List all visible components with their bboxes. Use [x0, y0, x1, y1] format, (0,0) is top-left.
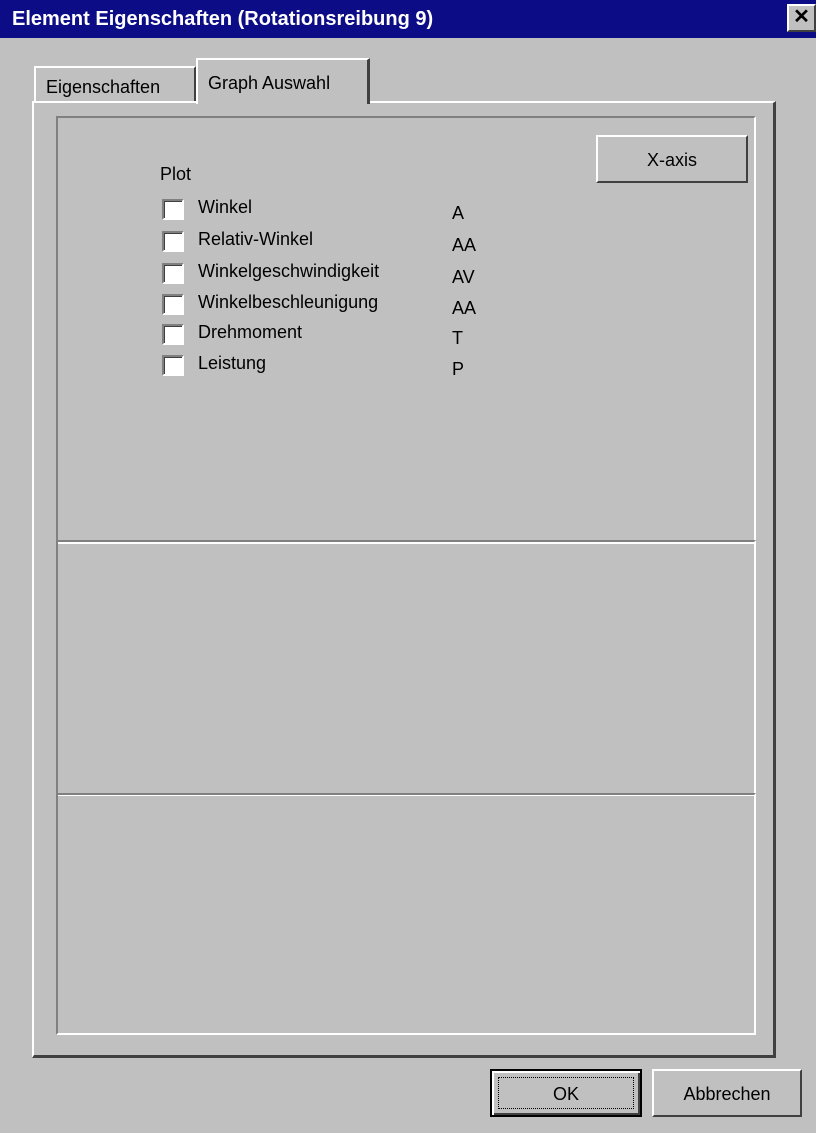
bottom-pane	[56, 793, 756, 1035]
ok-button[interactable]: OK	[490, 1069, 642, 1117]
title-bar[interactable]: Element Eigenschaften (Rotationsreibung …	[0, 0, 816, 38]
plot-option-winkel[interactable]: Winkel A	[0, 196, 816, 226]
close-icon: ✕	[793, 6, 810, 28]
plot-option-abbr: A	[452, 203, 465, 223]
plot-option-abbr: AV	[452, 267, 475, 287]
plot-option-abbr: P	[452, 359, 465, 379]
plot-option-winkelbeschleunigung[interactable]: Winkelbeschleunigung AA	[0, 291, 816, 321]
x-axis-button[interactable]: X-axis	[596, 135, 748, 183]
plot-option-relativ-winkel[interactable]: Relativ-Winkel AA	[0, 228, 816, 258]
checkbox[interactable]	[162, 294, 184, 315]
middle-pane	[56, 540, 756, 796]
plot-option-abbr: AA	[452, 298, 477, 318]
plot-option-winkelgeschwindigkeit[interactable]: Winkelgeschwindigkeit AV	[0, 260, 816, 290]
close-button[interactable]: ✕	[787, 4, 816, 32]
plot-option-label: Winkelgeschwindigkeit	[198, 261, 380, 281]
checkbox[interactable]	[162, 355, 184, 376]
window-title: Element Eigenschaften (Rotationsreibung …	[12, 8, 434, 30]
tab-eigenschaften-label: Eigenschaften	[46, 77, 161, 97]
checkbox[interactable]	[162, 324, 184, 345]
tab-graph-auswahl-label: Graph Auswahl	[208, 73, 331, 93]
cancel-button[interactable]: Abbrechen	[652, 1069, 802, 1117]
dialog-window: Element Eigenschaften (Rotationsreibung …	[0, 0, 816, 1133]
plot-option-drehmoment[interactable]: Drehmoment T	[0, 321, 816, 351]
focus-rectangle	[498, 1077, 634, 1109]
plot-option-abbr: AA	[452, 235, 477, 255]
tab-graph-auswahl[interactable]: Graph Auswahl	[196, 58, 370, 104]
plot-option-leistung[interactable]: Leistung P	[0, 352, 816, 382]
plot-option-abbr: T	[452, 328, 463, 348]
tab-eigenschaften[interactable]: Eigenschaften	[34, 66, 196, 102]
plot-option-label: Winkelbeschleunigung	[198, 292, 379, 312]
plot-option-label: Leistung	[198, 353, 267, 373]
plot-heading: Plot	[160, 164, 192, 184]
plot-option-label: Relativ-Winkel	[198, 229, 314, 249]
checkbox[interactable]	[162, 199, 184, 220]
plot-option-label: Drehmoment	[198, 322, 303, 342]
plot-option-label: Winkel	[198, 197, 253, 217]
checkbox[interactable]	[162, 231, 184, 252]
checkbox[interactable]	[162, 263, 184, 284]
